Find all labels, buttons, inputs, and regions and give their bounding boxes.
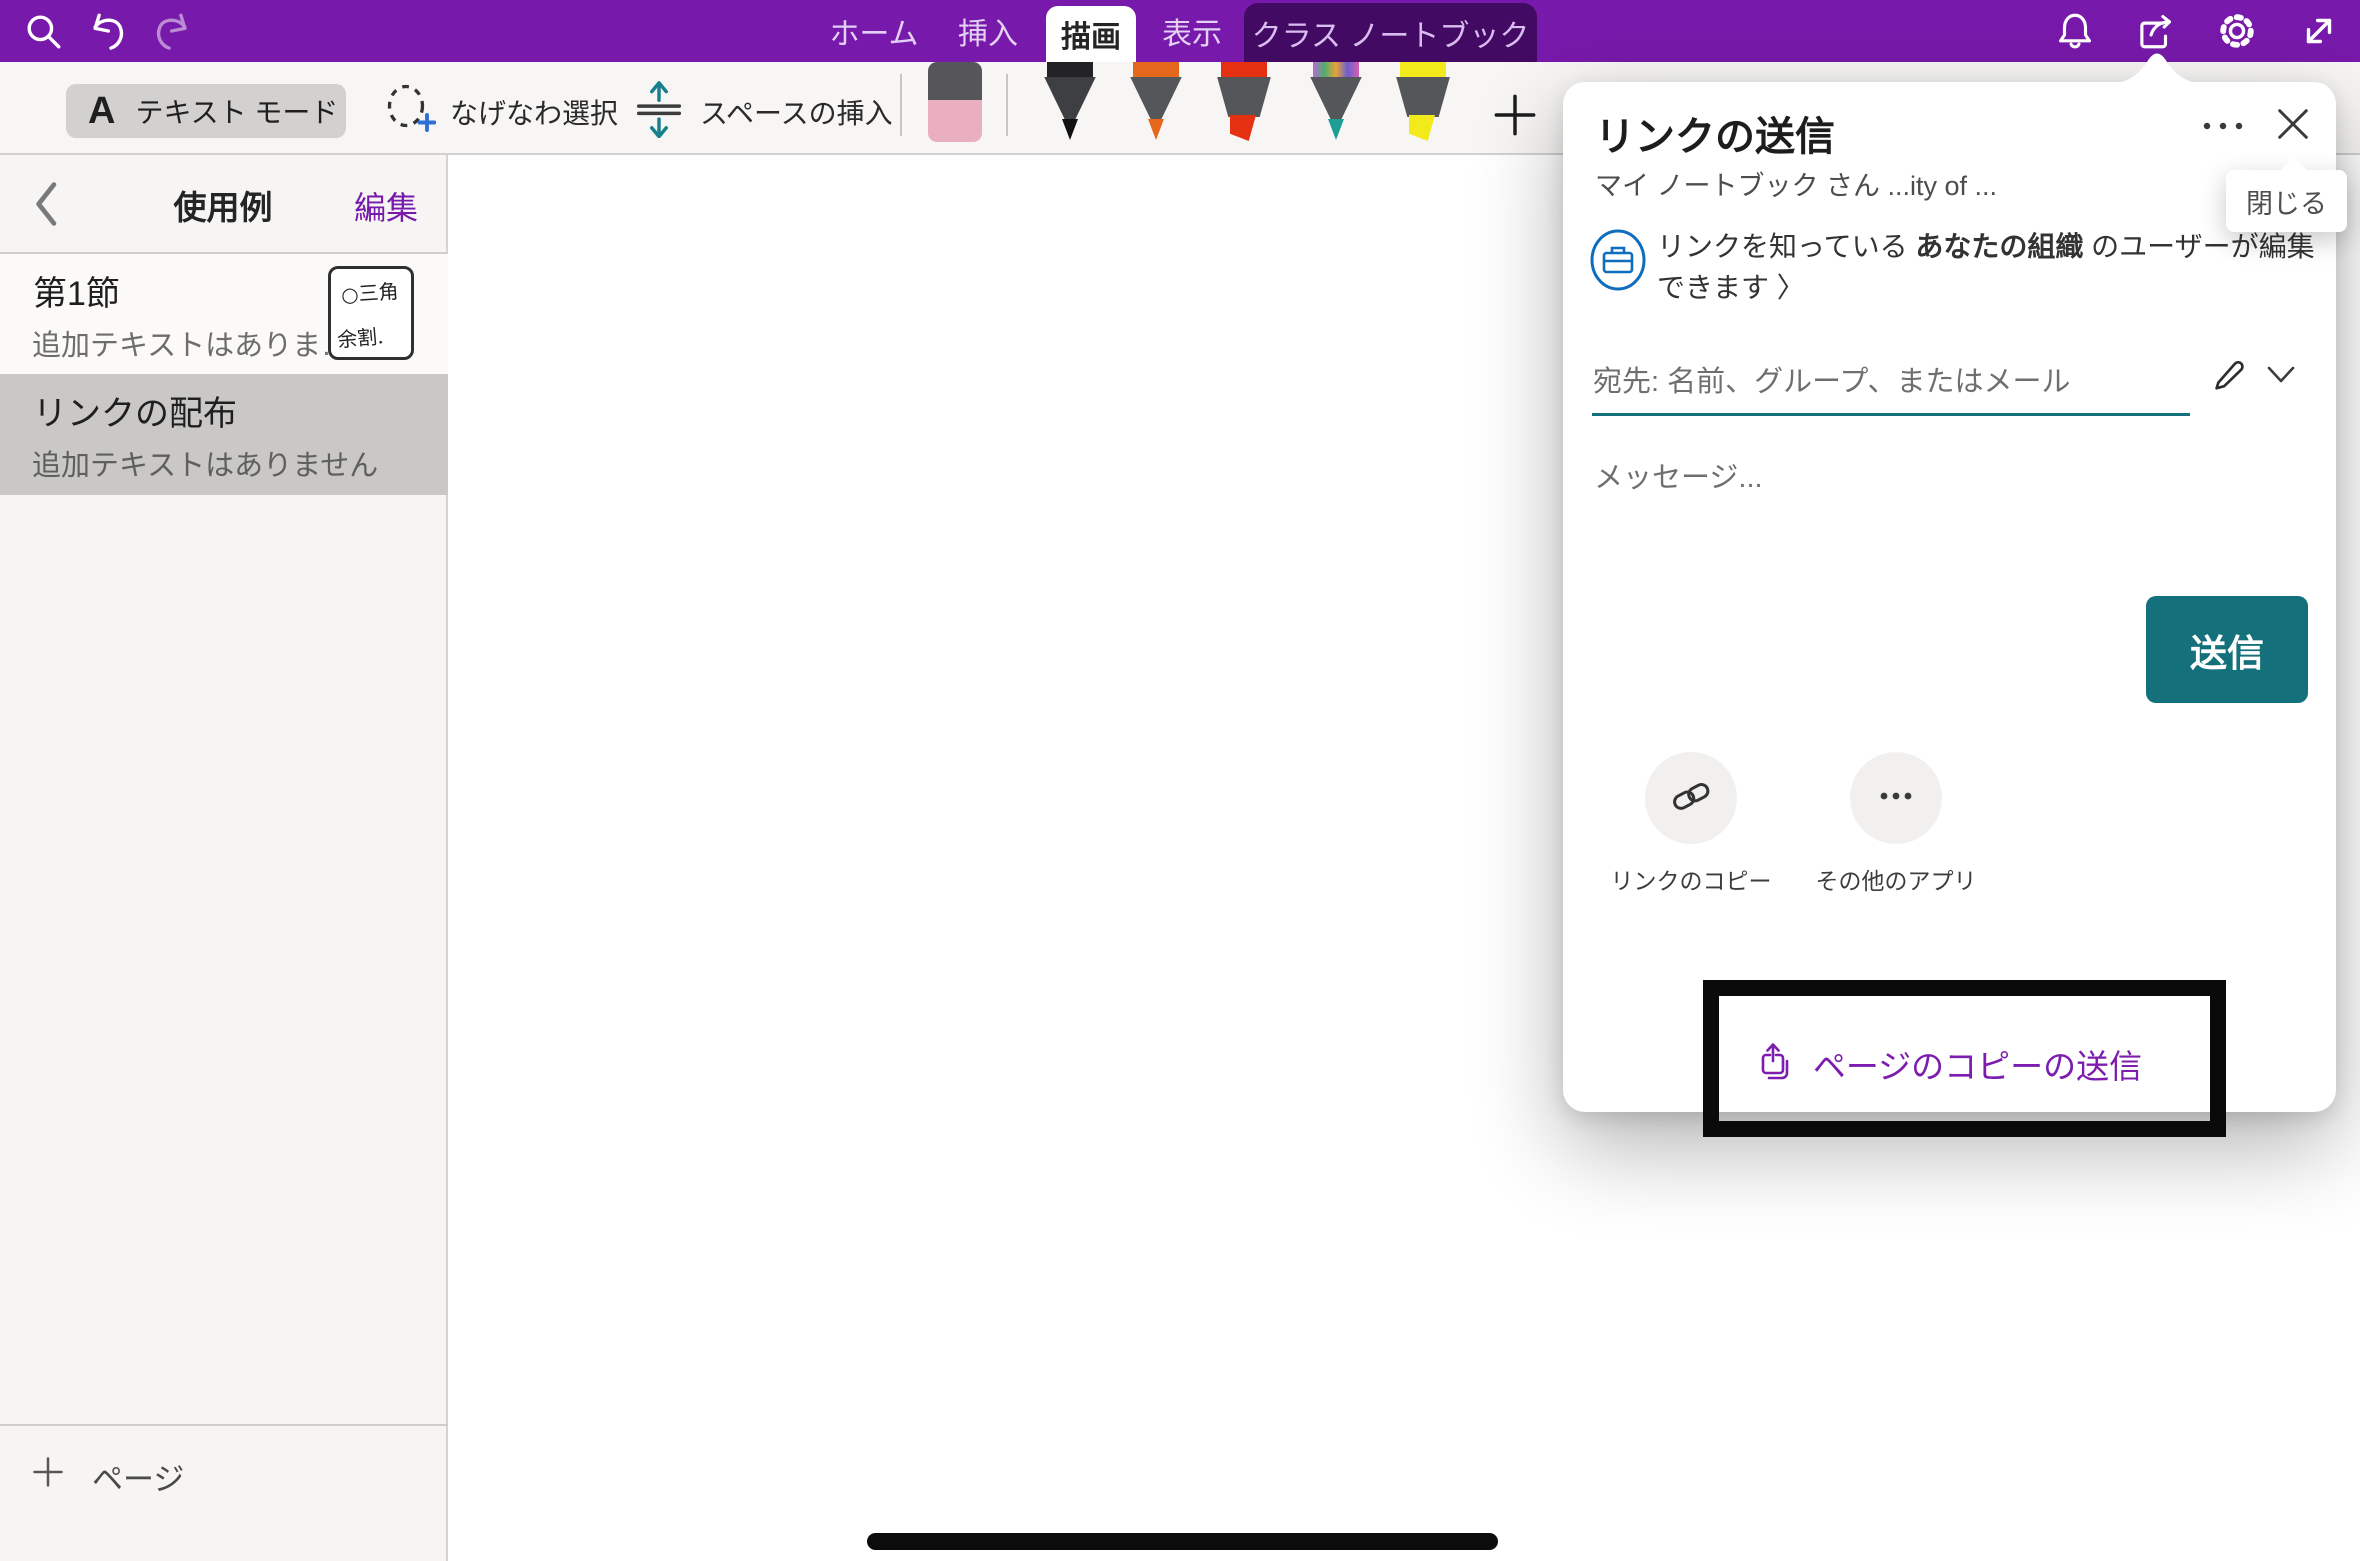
galaxy-pen-tool[interactable]: [1308, 62, 1364, 142]
lasso-select-label: なげなわ選択: [450, 92, 618, 132]
orange-pen-tool[interactable]: [1128, 62, 1184, 142]
more-apps-label: その他のアプリ: [1786, 862, 2006, 896]
close-tooltip: 閉じる: [2226, 170, 2347, 232]
insert-space-icon: [632, 80, 686, 143]
permission-scope: あなたの組織: [1915, 231, 2083, 262]
page-list-sidebar: 使用例 編集 第1節 追加テキストはありま… ○三角 余割. リンクの配布 追加…: [0, 155, 448, 1561]
more-apps-button[interactable]: [1850, 752, 1942, 844]
tab-home[interactable]: ホーム: [826, 0, 922, 62]
lasso-select-button[interactable]: なげなわ選択: [382, 82, 618, 141]
add-pen-button[interactable]: [1492, 92, 1538, 138]
yellow-highlighter-tool[interactable]: [1395, 62, 1451, 142]
page-subtitle: 追加テキストはありま…: [32, 322, 350, 364]
send-link-dialog: リンクの送信 マイ ノートブック さん ...ity of ... リンクを知っ…: [1563, 82, 2336, 1112]
edit-button[interactable]: 編集: [354, 183, 418, 229]
pen-cone: [1216, 77, 1272, 117]
send-page-copy-button[interactable]: ページのコピーの送信: [1563, 1032, 2336, 1096]
page-list-item[interactable]: 第1節 追加テキストはありま… ○三角 余割.: [0, 254, 448, 374]
toolbar-divider: [1006, 74, 1008, 136]
sidebar-header: 使用例 編集: [0, 155, 446, 254]
link-permission-setting[interactable]: リンクを知っている あなたの組織 のユーザーが編集できます 〉: [1657, 226, 2317, 308]
close-icon[interactable]: [2273, 104, 2313, 144]
thumbnail-handwriting: 余割.: [336, 320, 385, 353]
chevron-right-icon: 〉: [1777, 272, 1805, 303]
redo-icon[interactable]: [152, 10, 194, 52]
plus-icon: [30, 1454, 66, 1490]
onenote-app: ホーム 挿入 描画 表示 クラス ノートブック A テキスト モード: [0, 0, 2360, 1561]
pen-tip: [1328, 119, 1344, 140]
message-input[interactable]: メッセージ...: [1594, 454, 1763, 496]
tab-draw[interactable]: 描画: [1046, 6, 1136, 62]
recipient-input[interactable]: 宛先: 名前、グループ、またはメール: [1593, 358, 2193, 400]
black-pen-tool[interactable]: [1042, 62, 1098, 142]
insert-space-label: スペースの挿入: [700, 92, 893, 132]
pen-cap: [1221, 62, 1267, 79]
pen-cap: [1400, 62, 1446, 79]
tab-insert[interactable]: 挿入: [942, 0, 1034, 62]
organization-briefcase-icon: [1589, 228, 1647, 292]
eraser-body: [928, 62, 982, 100]
page-thumbnail: ○三角 余割.: [328, 266, 414, 360]
tab-view[interactable]: 表示: [1146, 0, 1238, 62]
add-page-button[interactable]: ページ: [0, 1424, 448, 1561]
notebook-subtitle: マイ ノートブック さん ...ity of ...: [1595, 164, 1997, 203]
page-title: 第1節: [33, 266, 120, 315]
search-icon[interactable]: [22, 10, 64, 52]
copy-link-label: リンクのコピー: [1581, 862, 1801, 896]
link-icon: [1669, 774, 1713, 823]
thumbnail-handwriting: ○三角: [340, 275, 399, 308]
pen-cone: [1128, 77, 1184, 121]
insert-space-button[interactable]: スペースの挿入: [632, 80, 893, 143]
permission-text: リンクを知っている: [1657, 231, 1915, 262]
page-list-item-selected[interactable]: リンクの配布 追加テキストはありません: [0, 374, 448, 495]
eraser-tool[interactable]: [928, 62, 982, 142]
expand-fullscreen-icon[interactable]: [2298, 10, 2340, 52]
eraser-tip: [928, 100, 982, 142]
recipient-input-underline: [1592, 413, 2190, 416]
add-page-label: ページ: [92, 1454, 184, 1499]
text-mode-a-icon: A: [88, 92, 115, 130]
more-options-icon[interactable]: [2199, 110, 2247, 142]
ellipsis-icon: [1874, 774, 1918, 823]
settings-gear-icon[interactable]: [2216, 10, 2258, 52]
notifications-bell-icon[interactable]: [2054, 10, 2096, 52]
pen-tip: [1148, 119, 1164, 140]
share-page-icon: [1757, 1041, 1799, 1088]
page-title: リンクの配布: [33, 386, 237, 435]
red-highlighter-tool[interactable]: [1216, 62, 1272, 142]
pen-tip: [1230, 115, 1256, 141]
send-page-copy-label: ページのコピーの送信: [1813, 1040, 2142, 1088]
pen-cap: [1313, 62, 1359, 79]
lasso-icon: [382, 82, 436, 141]
undo-icon[interactable]: [86, 10, 128, 52]
toolbar-divider: [900, 74, 902, 136]
pen-cap: [1047, 62, 1093, 79]
tab-class-notebook[interactable]: クラス ノートブック: [1244, 3, 1537, 62]
pen-tip: [1409, 115, 1435, 141]
share-icon[interactable]: [2134, 10, 2176, 52]
top-bar: ホーム 挿入 描画 表示 クラス ノートブック: [0, 0, 2360, 62]
pen-tip: [1062, 119, 1078, 140]
popup-callout-arrow: [2112, 47, 2202, 84]
chevron-down-icon[interactable]: [2263, 360, 2299, 388]
pen-cap: [1133, 62, 1179, 79]
text-mode-button[interactable]: A テキスト モード: [66, 84, 346, 138]
pen-cone: [1395, 77, 1451, 117]
dialog-title: リンクの送信: [1595, 104, 1835, 162]
text-mode-label: テキスト モード: [135, 91, 338, 131]
page-subtitle: 追加テキストはありません: [32, 442, 378, 484]
home-indicator-bar[interactable]: [867, 1533, 1498, 1550]
copy-link-button[interactable]: [1645, 752, 1737, 844]
pen-cone: [1042, 77, 1098, 121]
edit-pencil-icon[interactable]: [2209, 350, 2251, 392]
pen-cone: [1308, 77, 1364, 121]
send-button[interactable]: 送信: [2146, 596, 2308, 703]
